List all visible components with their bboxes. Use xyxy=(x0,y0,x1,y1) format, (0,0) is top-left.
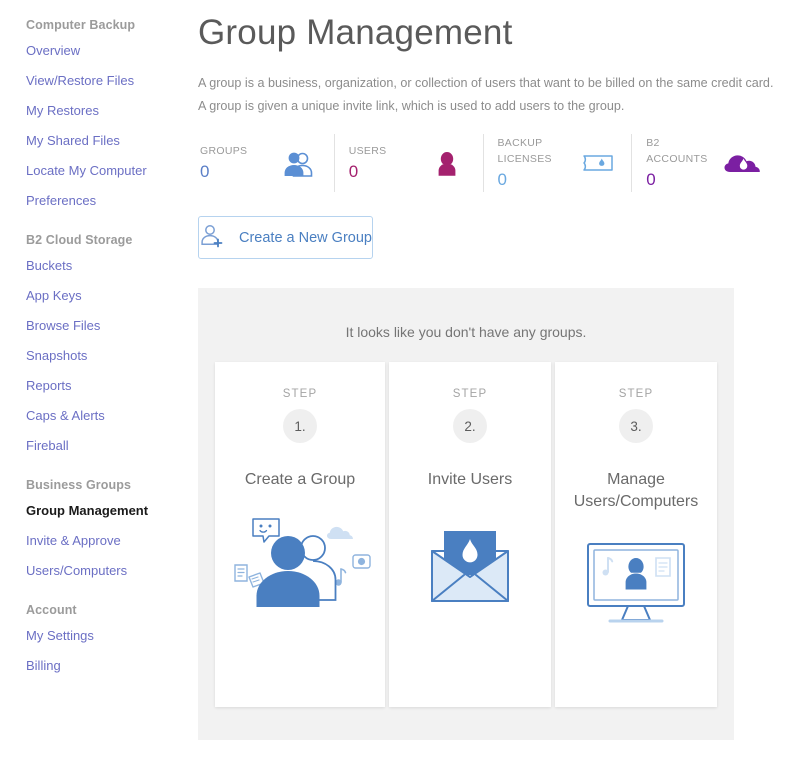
stat-backup-licenses-value: 0 xyxy=(497,169,507,189)
nav-group-b2-cloud-storage: B2 Cloud Storage Buckets App Keys Browse… xyxy=(26,233,190,452)
sidebar-item-my-shared-files[interactable]: My Shared Files xyxy=(26,134,190,147)
main-content: Group Management A group is a business, … xyxy=(190,0,800,773)
cloud-flame-icon xyxy=(722,143,766,183)
people-media-illustration xyxy=(225,513,375,613)
create-new-group-label: Create a New Group xyxy=(239,229,372,246)
page-title: Group Management xyxy=(198,13,513,52)
sidebar-item-users-computers[interactable]: Users/Computers xyxy=(26,564,190,577)
create-new-group-button[interactable]: Create a New Group xyxy=(198,216,373,260)
empty-state-message: It looks like you don't have any groups. xyxy=(345,324,587,341)
step-1-title: Create a Group xyxy=(244,471,356,489)
sidebar-item-app-keys[interactable]: App Keys xyxy=(26,289,190,302)
stat-backup-licenses-text: BACKUP LICENSES 0 xyxy=(498,136,580,190)
page-root: Computer Backup Overview View/Restore Fi… xyxy=(0,0,800,773)
nav-spacer-2 xyxy=(26,469,190,478)
person-icon xyxy=(425,143,469,183)
step-2-number: 2. xyxy=(453,409,487,444)
stat-groups: GROUPS 0 xyxy=(198,134,334,192)
sidebar-item-billing[interactable]: Billing xyxy=(26,659,190,672)
step-1-number: 1. xyxy=(283,409,317,444)
stat-b2-accounts: B2 ACCOUNTS 0 xyxy=(631,134,780,193)
nav-spacer-1 xyxy=(26,224,190,233)
step-card-1[interactable]: STEP 1. Create a Group xyxy=(215,362,385,708)
sidebar-item-caps-alerts[interactable]: Caps & Alerts xyxy=(26,409,190,422)
stat-b2-accounts-label: B2 ACCOUNTS xyxy=(646,137,708,165)
step-3-word: STEP xyxy=(618,388,654,401)
stat-users: USERS 0 xyxy=(333,134,483,193)
stat-backup-licenses: BACKUP LICENSES 0 xyxy=(482,134,632,193)
sidebar-item-my-settings[interactable]: My Settings xyxy=(26,629,190,642)
step-2-title: Invite Users xyxy=(427,471,513,489)
stat-groups-value: 0 xyxy=(200,161,210,181)
sidebar: Computer Backup Overview View/Restore Fi… xyxy=(0,0,190,773)
nav-heading-business-groups: Business Groups xyxy=(26,478,131,492)
stat-b2-accounts-value: 0 xyxy=(646,169,656,189)
stat-groups-label: GROUPS xyxy=(200,145,248,158)
stat-users-value: 0 xyxy=(348,161,359,181)
nav-group-account: Account My Settings Billing xyxy=(26,603,190,672)
stat-backup-licenses-label: BACKUP LICENSES xyxy=(497,137,552,165)
steps-cards: STEP 1. Create a Group STEP 2. Invite Us… xyxy=(198,362,734,708)
sidebar-item-my-restores[interactable]: My Restores xyxy=(26,104,190,117)
sidebar-item-snapshots[interactable]: Snapshots xyxy=(26,349,190,362)
add-user-icon xyxy=(199,223,227,253)
license-ticket-icon xyxy=(579,143,617,183)
nav-group-business-groups: Business Groups Group Management Invite … xyxy=(26,478,190,577)
nav-spacer-3 xyxy=(26,594,190,603)
stat-groups-text: GROUPS 0 xyxy=(200,144,247,182)
sidebar-item-browse-files[interactable]: Browse Files xyxy=(26,319,190,332)
two-people-icon xyxy=(276,143,320,183)
monitor-person-illustration xyxy=(565,534,707,634)
sidebar-item-buckets[interactable]: Buckets xyxy=(26,259,190,272)
stats-row: GROUPS 0 USERS 0 BACKUP LICENSES 0 B2 AC… xyxy=(198,134,780,193)
nav-group-computer-backup: Computer Backup Overview View/Restore Fi… xyxy=(26,18,190,207)
stat-b2-accounts-text: B2 ACCOUNTS 0 xyxy=(646,136,722,190)
sidebar-item-group-management[interactable]: Group Management xyxy=(26,504,190,517)
sidebar-item-preferences[interactable]: Preferences xyxy=(26,194,190,207)
envelope-flame-illustration xyxy=(399,513,541,613)
sidebar-item-overview[interactable]: Overview xyxy=(26,44,190,57)
sidebar-item-locate-my-computer[interactable]: Locate My Computer xyxy=(26,164,190,177)
step-1-word: STEP xyxy=(282,388,318,401)
nav-heading-computer-backup: Computer Backup xyxy=(26,18,136,32)
page-description: A group is a business, organization, or … xyxy=(198,75,774,113)
sidebar-item-reports[interactable]: Reports xyxy=(26,379,190,392)
stat-users-label: USERS xyxy=(348,145,387,158)
empty-state-panel: It looks like you don't have any groups.… xyxy=(198,288,734,741)
sidebar-item-invite-approve[interactable]: Invite & Approve xyxy=(26,534,190,547)
step-3-title: Manage Users/Computers xyxy=(573,471,699,510)
step-card-2[interactable]: STEP 2. Invite Users xyxy=(389,362,551,708)
step-card-3[interactable]: STEP 3. Manage Users/Computers xyxy=(555,362,717,708)
nav-heading-account: Account xyxy=(26,603,77,617)
sidebar-item-view-restore-files[interactable]: View/Restore Files xyxy=(26,74,190,87)
step-2-word: STEP xyxy=(452,388,488,401)
step-3-number: 3. xyxy=(619,409,653,444)
stat-users-text: USERS 0 xyxy=(349,144,387,182)
sidebar-item-fireball[interactable]: Fireball xyxy=(26,439,190,452)
nav-heading-b2-cloud-storage: B2 Cloud Storage xyxy=(26,233,133,247)
